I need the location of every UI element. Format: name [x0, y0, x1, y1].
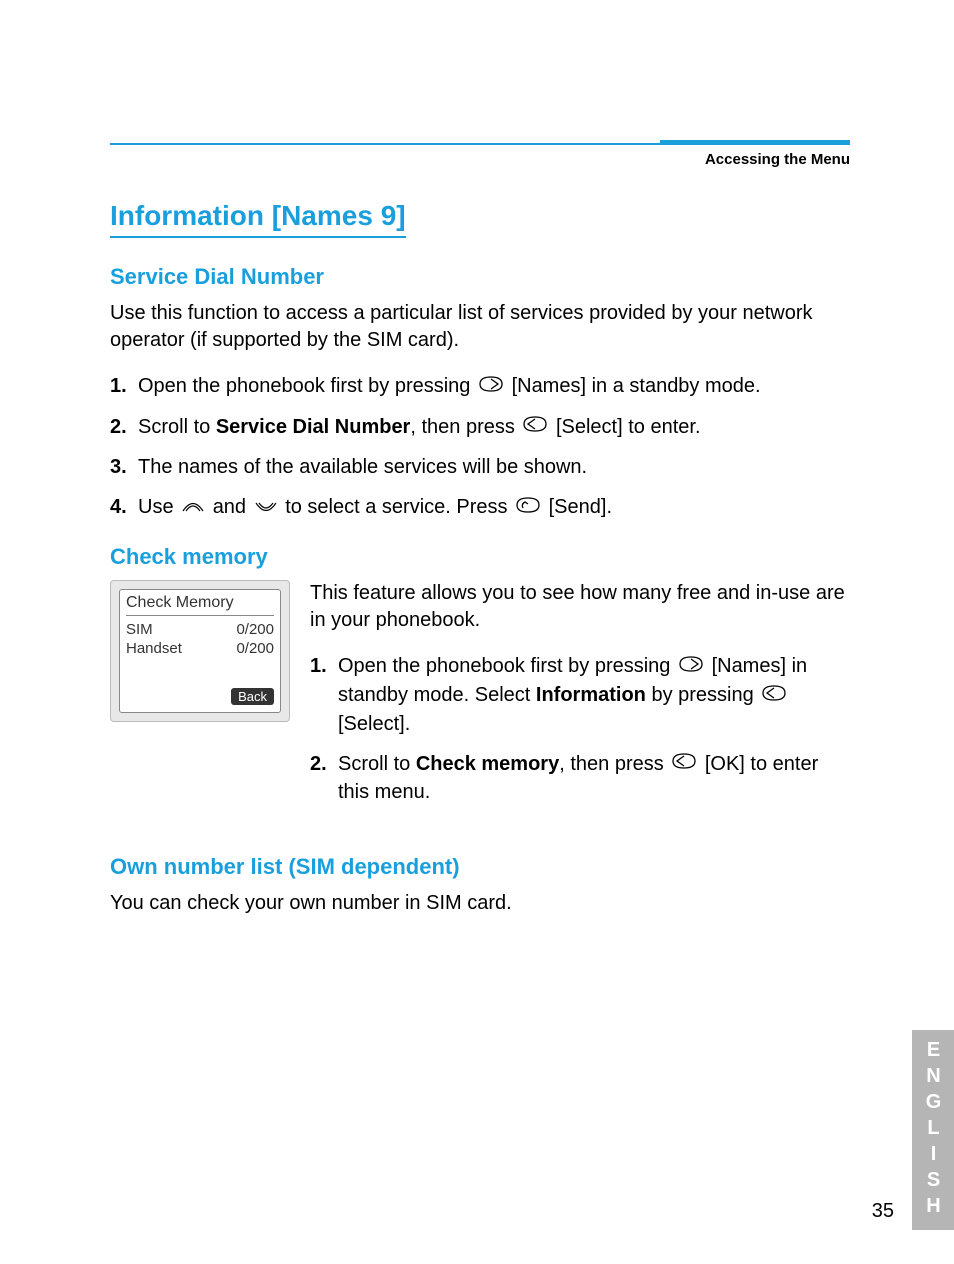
phone-softkey-row: Back [126, 688, 274, 706]
breadcrumb: Accessing the Menu [110, 151, 850, 168]
page-title: Information [Names 9] [110, 200, 406, 238]
softkey-left-icon [522, 413, 548, 441]
step-2: 2. Scroll to Check memory, then press [O… [310, 750, 850, 807]
step-text: The names of the available services will… [138, 453, 850, 481]
step-1: 1. Open the phonebook first by pressing … [310, 652, 850, 737]
phone-back-softkey: Back [231, 688, 274, 705]
page-content: Accessing the Menu Information [Names 9]… [110, 140, 850, 935]
softkey-left-icon [671, 750, 697, 778]
section2-body: Check Memory SIM 0/200 Handset 0/200 Bac… [110, 580, 850, 828]
section-check-memory-heading: Check memory [110, 544, 850, 570]
phone-inner: Check Memory SIM 0/200 Handset 0/200 Bac… [119, 589, 281, 713]
step-number: 2. [310, 750, 338, 807]
section-service-dial-intro: Use this function to access a particular… [110, 300, 850, 354]
step-text: Scroll to Service Dial Number, then pres… [138, 413, 850, 442]
header-rule [110, 140, 850, 145]
send-key-icon [515, 494, 541, 522]
language-tab: ENGLISH [912, 1030, 954, 1230]
page-number: 35 [872, 1200, 894, 1223]
step-text: Use and to select a service. Press [Send… [138, 493, 850, 522]
section2-text: This feature allows you to see how many … [310, 580, 850, 828]
section2-steps: 1. Open the phonebook first by pressing … [310, 652, 850, 806]
section-service-dial-heading: Service Dial Number [110, 264, 850, 290]
nav-down-icon [254, 494, 278, 522]
softkey-right-icon [478, 373, 504, 401]
rule-thin [110, 143, 660, 145]
step-number: 1. [310, 652, 338, 737]
step-text: Open the phonebook first by pressing [Na… [138, 372, 850, 401]
step-text: Open the phonebook first by pressing [Na… [338, 652, 850, 737]
step-number: 3. [110, 453, 138, 481]
section-own-number-heading: Own number list (SIM dependent) [110, 854, 850, 880]
phone-row-label: Handset [126, 640, 182, 657]
step-number: 1. [110, 372, 138, 401]
step-2: 2. Scroll to Service Dial Number, then p… [110, 413, 850, 442]
phone-row-handset: Handset 0/200 [126, 639, 274, 658]
softkey-left-icon [761, 682, 787, 710]
phone-row-value: 0/200 [236, 640, 274, 657]
phone-row-value: 0/200 [236, 621, 274, 638]
step-number: 2. [110, 413, 138, 442]
step-text: Scroll to Check memory, then press [OK] … [338, 750, 850, 807]
phone-screenshot: Check Memory SIM 0/200 Handset 0/200 Bac… [110, 580, 290, 722]
step-4: 4. Use and to select a service. Press [S… [110, 493, 850, 522]
phone-row-label: SIM [126, 621, 153, 638]
rule-thick [660, 140, 850, 145]
section1-steps: 1. Open the phonebook first by pressing … [110, 372, 850, 522]
step-1: 1. Open the phonebook first by pressing … [110, 372, 850, 401]
nav-up-icon [181, 494, 205, 522]
section-own-number-intro: You can check your own number in SIM car… [110, 890, 850, 917]
softkey-right-icon [678, 653, 704, 681]
phone-row-sim: SIM 0/200 [126, 620, 274, 639]
section-check-memory-intro: This feature allows you to see how many … [310, 580, 850, 634]
step-number: 4. [110, 493, 138, 522]
phone-screen-title: Check Memory [126, 594, 274, 616]
step-3: 3. The names of the available services w… [110, 453, 850, 481]
